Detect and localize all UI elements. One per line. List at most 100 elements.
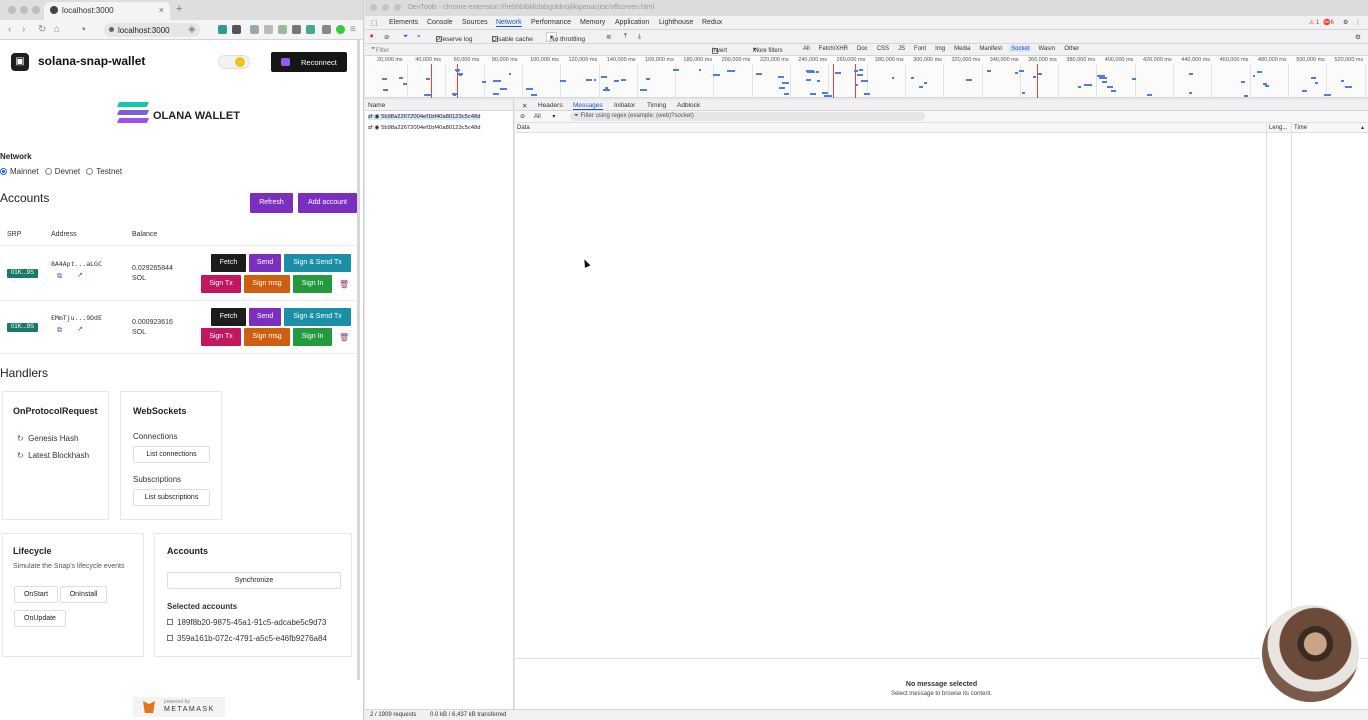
clear-icon[interactable]: ⊘: [384, 33, 389, 41]
reconnect-button[interactable]: Reconnect: [271, 52, 347, 72]
search-icon[interactable]: ⌕: [417, 33, 421, 41]
browser-tab[interactable]: localhost:3000 ×: [44, 2, 170, 20]
tab-elements[interactable]: Elements: [389, 19, 418, 26]
page-scrollbar[interactable]: [357, 40, 360, 680]
theme-toggle[interactable]: [218, 55, 250, 69]
close-window-icon[interactable]: [370, 4, 377, 11]
network-option-testnet[interactable]: Testnet: [86, 167, 122, 176]
maximize-window-icon[interactable]: [32, 6, 40, 14]
filter-type-js[interactable]: JS: [896, 46, 907, 52]
sign-send-tx-button[interactable]: Sign & Send Tx: [284, 308, 351, 326]
filter-type-wasm[interactable]: Wasm: [1036, 46, 1057, 52]
request-row-websocket[interactable]: ⇄ ◉ 5b98a22672004ef1bf40a80123c5c48d: [368, 114, 481, 120]
filter-type-css[interactable]: CSS: [875, 46, 891, 52]
extension-icon-6[interactable]: [292, 25, 301, 34]
tab-performance[interactable]: Performance: [531, 19, 571, 26]
add-account-button[interactable]: Add account: [298, 193, 357, 213]
reload-icon[interactable]: ↻: [38, 24, 46, 35]
detail-tab-headers[interactable]: Headers: [538, 102, 563, 109]
minimize-window-icon[interactable]: [20, 6, 28, 14]
upload-icon[interactable]: ⤒: [624, 33, 627, 41]
external-link-icon[interactable]: ↗: [77, 271, 83, 279]
inspect-element-icon[interactable]: ⬚: [371, 19, 378, 27]
maximize-window-icon[interactable]: [394, 4, 401, 11]
filter-input[interactable]: ⏷ Filter: [371, 46, 389, 54]
name-column-header[interactable]: Name: [365, 100, 513, 111]
trash-icon[interactable]: 🗑: [339, 280, 349, 289]
detail-tab-adblock[interactable]: Adblock: [677, 102, 700, 109]
filter-type-img[interactable]: Img: [933, 46, 947, 52]
more-options-icon[interactable]: ⋮: [1355, 19, 1361, 26]
forward-icon[interactable]: ›: [22, 24, 25, 35]
download-icon[interactable]: ⤓: [638, 33, 641, 41]
sign-tx-button[interactable]: Sign Tx: [201, 275, 241, 293]
tab-lighthouse[interactable]: Lighthouse: [659, 19, 693, 26]
extension-icon-2[interactable]: [232, 25, 241, 34]
back-icon[interactable]: ‹: [8, 24, 11, 35]
new-tab-icon[interactable]: +: [176, 3, 182, 15]
filter-type-fetchxhr[interactable]: Fetch/XHR: [817, 46, 850, 52]
list-subscriptions-button[interactable]: List subscriptions: [133, 489, 210, 506]
more-filters-dropdown[interactable]: More filters ▾: [753, 46, 783, 54]
genesis-hash-item[interactable]: ↻ Genesis Hash: [17, 434, 78, 443]
filter-icon[interactable]: ⏷: [403, 33, 408, 41]
detail-tab-timing[interactable]: Timing: [647, 102, 666, 109]
copy-icon[interactable]: ⧉: [57, 273, 62, 281]
filter-type-media[interactable]: Media: [952, 46, 972, 52]
onupdate-button[interactable]: OnUpdate: [14, 610, 66, 627]
oninstall-button[interactable]: OnInstall: [60, 586, 107, 603]
filter-type-socket[interactable]: Socket: [1009, 46, 1032, 52]
sign-in-button[interactable]: Sign In: [293, 275, 332, 293]
brave-shield-icon[interactable]: ◈: [188, 24, 196, 35]
onstart-button[interactable]: OnStart: [14, 586, 58, 603]
filter-type-all[interactable]: All: [801, 46, 812, 52]
close-tab-icon[interactable]: ×: [159, 5, 164, 15]
selected-account-item[interactable]: 189f8b20-9875-45a1-91c5-adcabe5c9d73: [167, 618, 326, 627]
settings-gear-icon[interactable]: ⚙: [1343, 19, 1348, 26]
network-timeline-overview[interactable]: 20,000 ms 40,000 ms 60,000 ms 80,000 ms 100,…: [365, 56, 1368, 98]
copy-icon[interactable]: ⧉: [57, 327, 62, 335]
send-button[interactable]: Send: [249, 254, 281, 272]
sign-in-button[interactable]: Sign In: [293, 328, 332, 346]
home-icon[interactable]: ⌂: [54, 24, 60, 35]
extension-icon-5[interactable]: [278, 25, 287, 34]
extension-icon-3[interactable]: [250, 25, 259, 34]
tab-redux[interactable]: Redux: [702, 19, 722, 26]
sign-send-tx-button[interactable]: Sign & Send Tx: [284, 254, 351, 272]
data-column-header[interactable]: Data: [517, 125, 530, 131]
refresh-button[interactable]: Refresh: [250, 193, 293, 213]
extension-icon-4[interactable]: [264, 25, 273, 34]
sign-msg-button[interactable]: Sign msg: [244, 328, 290, 346]
close-details-icon[interactable]: ✕: [522, 102, 527, 110]
length-column-header[interactable]: Leng...: [1269, 125, 1287, 131]
menu-icon[interactable]: ≡: [350, 24, 356, 35]
filter-type-font[interactable]: Font: [912, 46, 928, 52]
filter-type-other[interactable]: Other: [1062, 46, 1081, 52]
message-filter-input[interactable]: ⏷ Filter using regex (example: (web)?soc…: [570, 112, 925, 121]
record-icon[interactable]: ⏺: [370, 33, 373, 41]
error-count[interactable]: ⛔6: [1323, 19, 1334, 26]
throttling-select[interactable]: No throttling ▾: [546, 32, 585, 43]
tab-memory[interactable]: Memory: [580, 19, 605, 26]
selected-account-item[interactable]: 359a161b-072c-4791-a5c5-e46fb9276a84: [167, 634, 327, 643]
detail-tab-messages[interactable]: Messages: [573, 102, 603, 110]
tab-network[interactable]: Network: [496, 19, 522, 27]
synchronize-button[interactable]: Synchronize: [167, 572, 341, 589]
latest-blockhash-item[interactable]: ↻ Latest Blockhash: [17, 451, 89, 460]
sort-ascending-icon[interactable]: ▴: [1361, 124, 1364, 131]
minimize-window-icon[interactable]: [382, 4, 389, 11]
close-window-icon[interactable]: [8, 6, 16, 14]
filter-type-manifest[interactable]: Manifest: [977, 46, 1004, 52]
trash-icon[interactable]: 🗑: [339, 333, 349, 342]
bookmark-icon[interactable]: ▪: [82, 24, 86, 35]
time-column-header[interactable]: Time: [1294, 125, 1307, 131]
wifi-icon[interactable]: ≋: [606, 33, 611, 41]
fetch-button[interactable]: Fetch: [211, 254, 246, 272]
extension-icon-7[interactable]: [306, 25, 315, 34]
extension-icon-8[interactable]: [322, 25, 331, 34]
extension-icon-9[interactable]: [336, 25, 345, 34]
url-field[interactable]: localhost:3000: [104, 23, 200, 37]
tab-console[interactable]: Console: [427, 19, 453, 26]
tab-sources[interactable]: Sources: [462, 19, 488, 26]
external-link-icon[interactable]: ↗: [77, 325, 83, 333]
